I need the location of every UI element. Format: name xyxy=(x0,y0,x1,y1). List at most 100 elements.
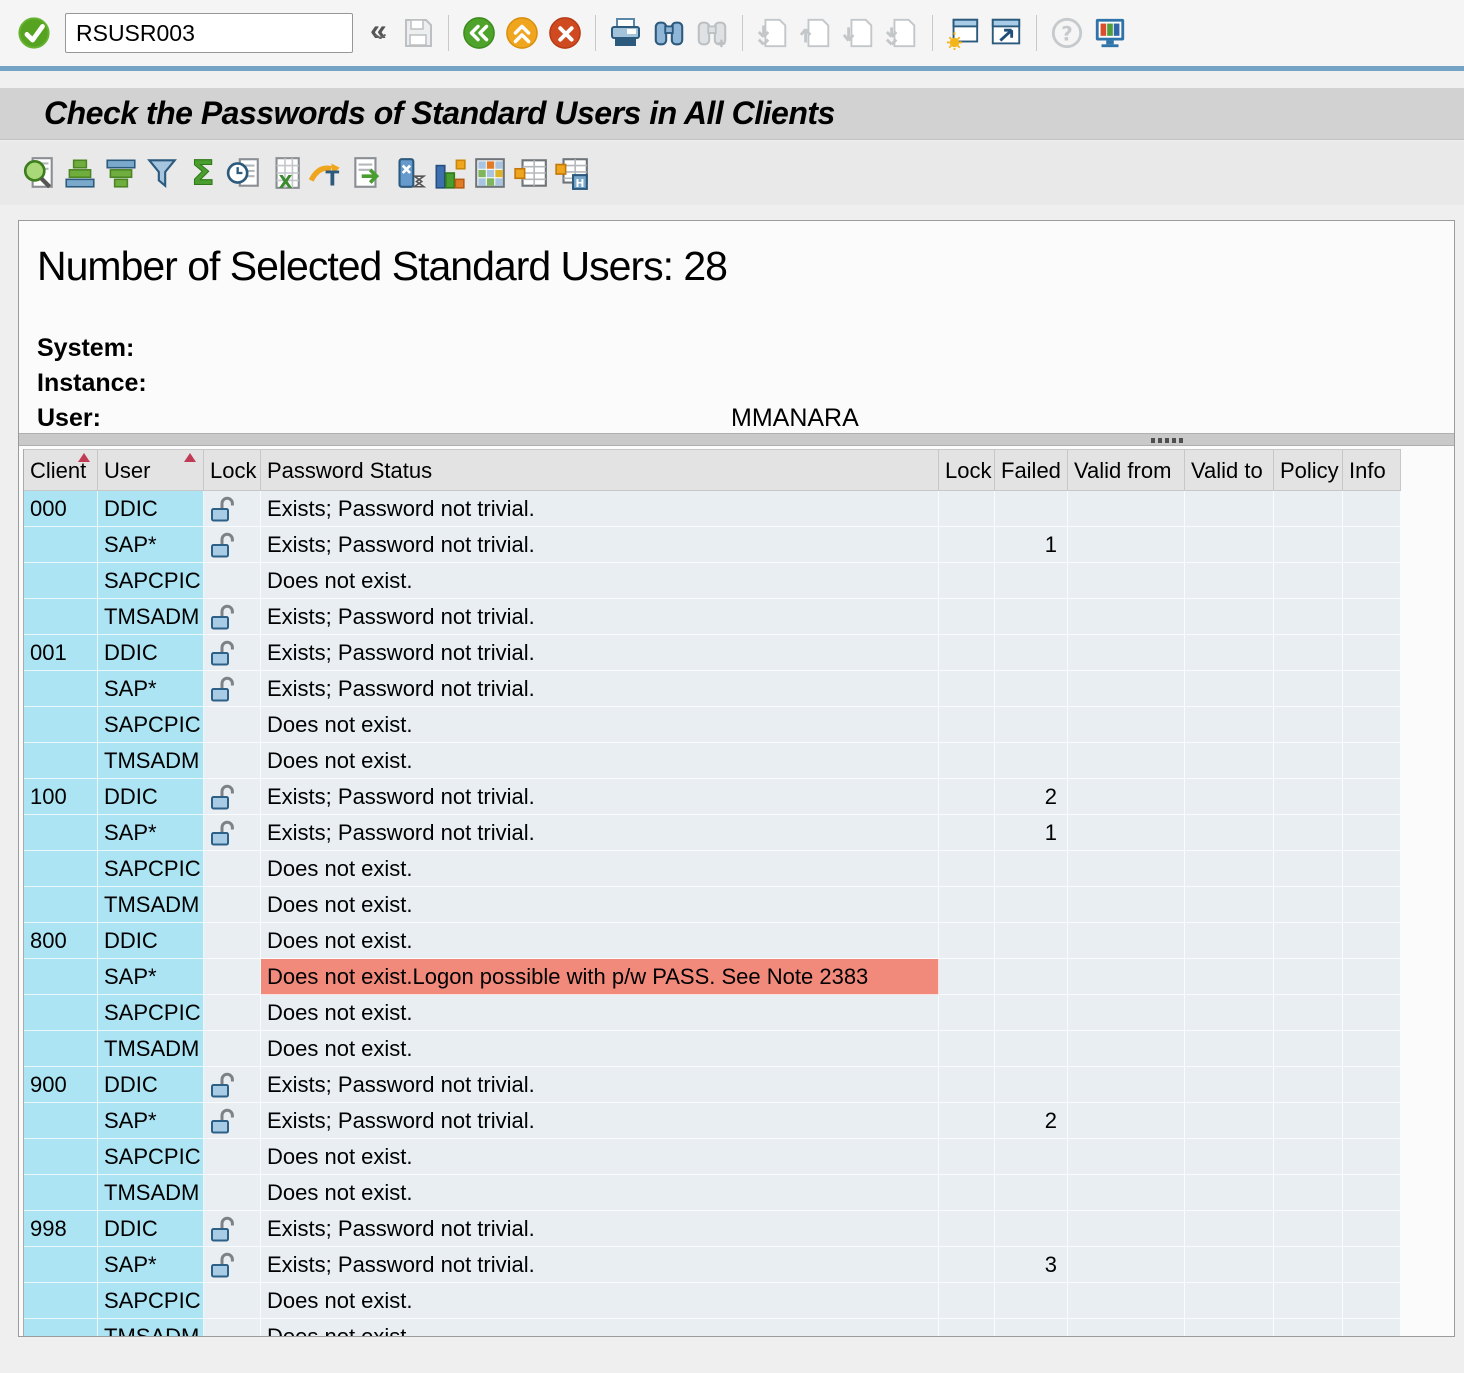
cell-valid-to[interactable] xyxy=(1185,815,1274,851)
current-layout-icon[interactable] xyxy=(471,155,508,192)
cell-password-status[interactable]: Exists; Password not trivial. xyxy=(261,599,939,635)
cell-lock[interactable] xyxy=(939,635,995,671)
cell-client[interactable]: 800 xyxy=(24,923,98,959)
cell-password-status[interactable]: Does not exist.Logon possible with p/w P… xyxy=(261,959,939,995)
cell-valid-to[interactable] xyxy=(1185,1139,1274,1175)
cell-user[interactable]: DDIC xyxy=(98,1067,204,1103)
cell-info[interactable] xyxy=(1343,887,1401,923)
cell-client[interactable] xyxy=(24,671,98,707)
cell-password-status[interactable]: Does not exist. xyxy=(261,1139,939,1175)
cell-password-status[interactable]: Exists; Password not trivial. xyxy=(261,491,939,527)
cell-lock[interactable] xyxy=(939,707,995,743)
cell-lock-icon[interactable] xyxy=(204,599,261,635)
cell-lock[interactable] xyxy=(939,923,995,959)
cell-password-status[interactable]: Does not exist. xyxy=(261,1283,939,1319)
sort-descending-icon[interactable] xyxy=(102,155,139,192)
cell-user[interactable]: SAP* xyxy=(98,815,204,851)
cell-valid-from[interactable] xyxy=(1068,635,1185,671)
cell-client[interactable] xyxy=(24,527,98,563)
cell-policy[interactable] xyxy=(1274,743,1343,779)
pane-splitter[interactable] xyxy=(19,433,1454,446)
cell-user[interactable]: TMSADM xyxy=(98,743,204,779)
cell-lock[interactable] xyxy=(939,1175,995,1211)
cell-password-status[interactable]: Exists; Password not trivial. xyxy=(261,815,939,851)
cell-failed[interactable] xyxy=(995,887,1068,923)
cell-policy[interactable] xyxy=(1274,1031,1343,1067)
cell-lock[interactable] xyxy=(939,671,995,707)
cell-lock[interactable] xyxy=(939,779,995,815)
column-header-lock[interactable]: Lock xyxy=(939,449,995,491)
cell-user[interactable]: SAPCPIC xyxy=(98,1139,204,1175)
last-page-icon[interactable] xyxy=(884,15,920,51)
cell-valid-to[interactable] xyxy=(1185,1319,1274,1337)
cell-user[interactable]: DDIC xyxy=(98,923,204,959)
cell-valid-from[interactable] xyxy=(1068,995,1185,1031)
command-input[interactable] xyxy=(76,20,372,47)
cell-valid-from[interactable] xyxy=(1068,1103,1185,1139)
cell-policy[interactable] xyxy=(1274,887,1343,923)
cell-lock-icon[interactable] xyxy=(204,527,261,563)
create-shortcut-icon[interactable] xyxy=(988,15,1024,51)
cell-valid-from[interactable] xyxy=(1068,779,1185,815)
cell-lock[interactable] xyxy=(939,1103,995,1139)
cell-client[interactable] xyxy=(24,959,98,995)
cell-failed[interactable] xyxy=(995,707,1068,743)
cell-client[interactable] xyxy=(24,599,98,635)
cell-valid-from[interactable] xyxy=(1068,923,1185,959)
cell-user[interactable]: SAPCPIC xyxy=(98,1283,204,1319)
cell-lock-icon[interactable] xyxy=(204,995,261,1031)
cell-info[interactable] xyxy=(1343,1283,1401,1319)
cell-valid-to[interactable] xyxy=(1185,743,1274,779)
cell-password-status[interactable]: Exists; Password not trivial. xyxy=(261,671,939,707)
cell-failed[interactable] xyxy=(995,1283,1068,1319)
cell-lock[interactable] xyxy=(939,527,995,563)
cell-lock-icon[interactable] xyxy=(204,1319,261,1337)
cell-info[interactable] xyxy=(1343,743,1401,779)
cell-info[interactable] xyxy=(1343,527,1401,563)
find-icon[interactable] xyxy=(651,15,687,51)
cell-failed[interactable] xyxy=(995,599,1068,635)
help-icon[interactable]: ? xyxy=(1049,15,1085,51)
cell-failed[interactable] xyxy=(995,1211,1068,1247)
cell-password-status[interactable]: Exists; Password not trivial. xyxy=(261,1211,939,1247)
cell-client[interactable] xyxy=(24,851,98,887)
cell-password-status[interactable]: Exists; Password not trivial. xyxy=(261,527,939,563)
cell-valid-from[interactable] xyxy=(1068,599,1185,635)
next-page-icon[interactable] xyxy=(841,15,877,51)
cell-info[interactable] xyxy=(1343,491,1401,527)
cell-password-status[interactable]: Does not exist. xyxy=(261,923,939,959)
cell-lock[interactable] xyxy=(939,1319,995,1337)
column-header-lock[interactable]: Lock xyxy=(204,449,261,491)
sort-ascending-icon[interactable] xyxy=(61,155,98,192)
cell-policy[interactable] xyxy=(1274,707,1343,743)
cell-info[interactable] xyxy=(1343,779,1401,815)
cell-lock[interactable] xyxy=(939,815,995,851)
cell-lock-icon[interactable] xyxy=(204,1175,261,1211)
cell-password-status[interactable]: Exists; Password not trivial. xyxy=(261,1247,939,1283)
cell-failed[interactable] xyxy=(995,491,1068,527)
cell-user[interactable]: DDIC xyxy=(98,491,204,527)
cell-policy[interactable] xyxy=(1274,959,1343,995)
cell-password-status[interactable]: Exists; Password not trivial. xyxy=(261,635,939,671)
cell-failed[interactable]: 2 xyxy=(995,1103,1068,1139)
cell-lock-icon[interactable] xyxy=(204,671,261,707)
cell-info[interactable] xyxy=(1343,563,1401,599)
cell-failed[interactable] xyxy=(995,1031,1068,1067)
cell-info[interactable] xyxy=(1343,923,1401,959)
cell-lock[interactable] xyxy=(939,959,995,995)
cell-policy[interactable] xyxy=(1274,599,1343,635)
cell-password-status[interactable]: Does not exist. xyxy=(261,851,939,887)
column-header-user[interactable]: User xyxy=(98,449,204,491)
cell-lock[interactable] xyxy=(939,995,995,1031)
cell-policy[interactable] xyxy=(1274,635,1343,671)
cell-password-status[interactable]: Does not exist. xyxy=(261,743,939,779)
column-header-password-status[interactable]: Password Status xyxy=(261,449,939,491)
cell-valid-from[interactable] xyxy=(1068,815,1185,851)
cell-user[interactable]: DDIC xyxy=(98,779,204,815)
cell-valid-to[interactable] xyxy=(1185,635,1274,671)
cell-valid-from[interactable] xyxy=(1068,563,1185,599)
cell-user[interactable]: SAPCPIC xyxy=(98,851,204,887)
cell-info[interactable] xyxy=(1343,1067,1401,1103)
cell-valid-to[interactable] xyxy=(1185,1175,1274,1211)
export-spreadsheet-icon[interactable]: X xyxy=(266,155,303,192)
